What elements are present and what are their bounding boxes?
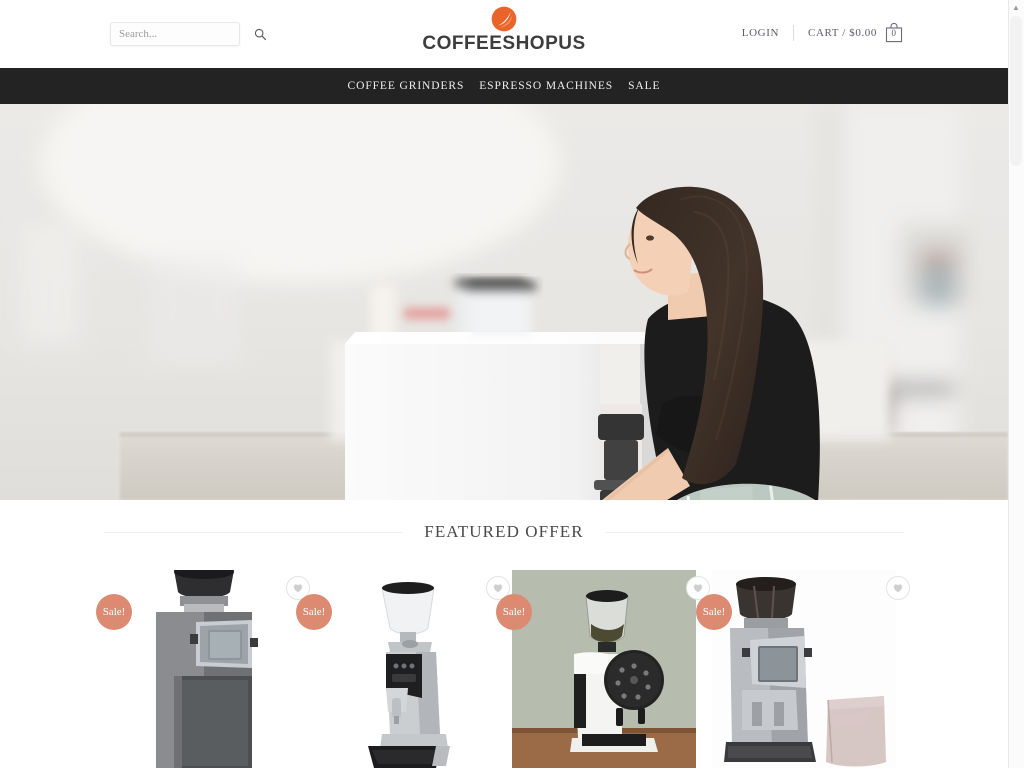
- section-title: FEATURED OFFER: [402, 522, 606, 542]
- main-navigation: COFFEE GRINDERS ESPRESSO MACHINES SALE: [0, 68, 1008, 104]
- wishlist-button[interactable]: [886, 576, 910, 600]
- scrollbar-thumb[interactable]: [1010, 16, 1022, 166]
- featured-offer-header: FEATURED OFFER: [104, 522, 904, 542]
- sale-badge: Sale!: [296, 594, 332, 630]
- product-card[interactable]: Sale!: [96, 570, 310, 768]
- sale-badge: Sale!: [696, 594, 732, 630]
- cart-link[interactable]: CART / $0.00 0: [794, 22, 904, 43]
- sale-badge: Sale!: [96, 594, 132, 630]
- site-header: COFFEESHOPUS LOGIN CART / $0.00 0: [0, 0, 1008, 68]
- page-root: COFFEESHOPUS LOGIN CART / $0.00 0 COFFEE…: [0, 0, 1008, 768]
- product-grid: Sale! Sale! Sale! Sale!: [96, 570, 910, 768]
- hero-image: [0, 104, 1008, 500]
- nav-item-sale[interactable]: SALE: [626, 78, 662, 94]
- cart-count-badge: 0: [891, 28, 897, 38]
- shopping-bag-icon: 0: [884, 22, 904, 43]
- nav-item-coffee-grinders[interactable]: COFFEE GRINDERS: [346, 78, 467, 94]
- login-link[interactable]: LOGIN: [742, 27, 793, 39]
- product-image[interactable]: [312, 570, 496, 768]
- coffee-bean-icon: [491, 6, 517, 32]
- product-card[interactable]: Sale!: [496, 570, 710, 768]
- nav-item-espresso-machines[interactable]: ESPRESSO MACHINES: [477, 78, 615, 94]
- hero-banner[interactable]: [0, 104, 1008, 500]
- featured-offer-section: FEATURED OFFER Sale! Sale! Sale! Sale!: [0, 500, 1008, 768]
- heart-icon: [893, 584, 903, 593]
- cart-total-label: CART / $0.00: [808, 26, 877, 39]
- product-image[interactable]: [712, 570, 896, 768]
- heart-icon: [693, 584, 703, 593]
- scrollbar-up-arrow[interactable]: ▲: [1010, 2, 1022, 14]
- product-card[interactable]: Sale!: [696, 570, 910, 768]
- product-image[interactable]: [512, 570, 696, 768]
- header-actions: LOGIN CART / $0.00 0: [742, 22, 904, 43]
- heart-icon: [493, 584, 503, 593]
- product-image[interactable]: [112, 570, 296, 768]
- sale-badge: Sale!: [496, 594, 532, 630]
- product-card[interactable]: Sale!: [296, 570, 510, 768]
- heart-icon: [293, 584, 303, 593]
